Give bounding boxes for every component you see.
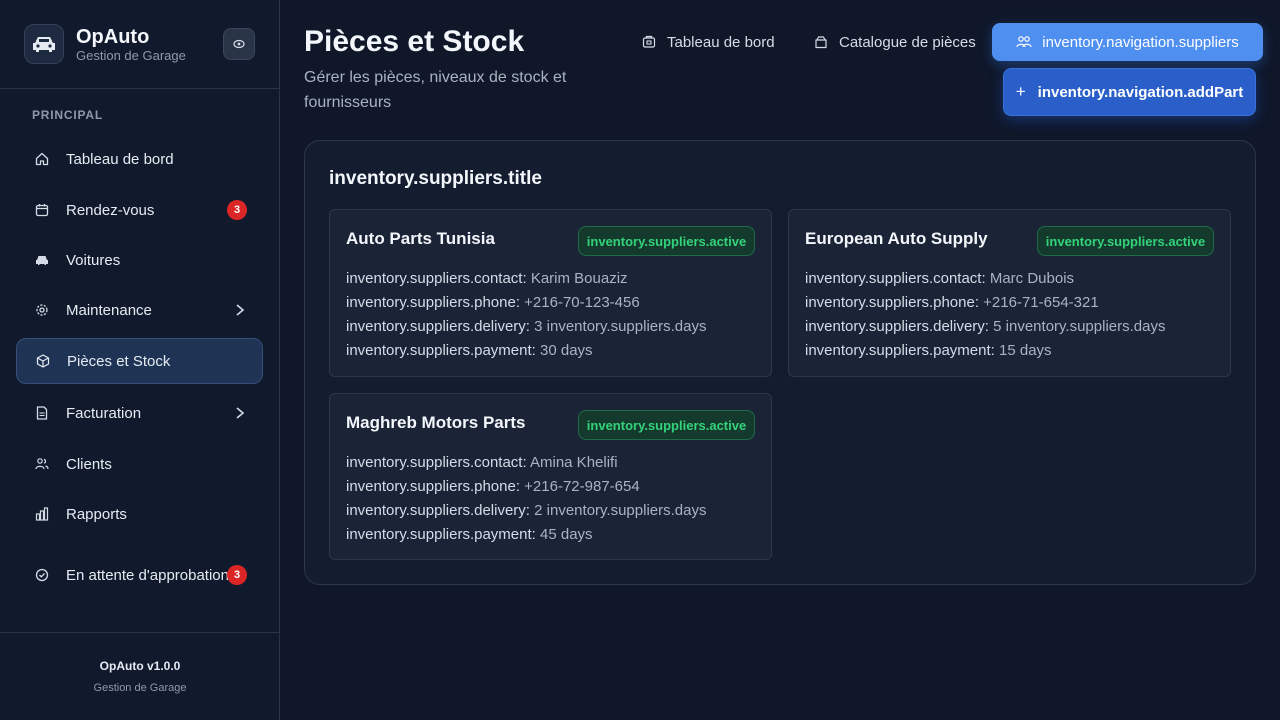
phone-value: +216-71-654-321	[983, 294, 1099, 311]
sidebar-item-pending-approval[interactable]: En attente d'approbation 3	[16, 552, 263, 598]
footer-subtitle: Gestion de Garage	[93, 682, 187, 694]
supplier-name: Maghreb Motors Parts	[346, 413, 526, 432]
sidebar-item-maintenance[interactable]: Maintenance	[16, 287, 263, 333]
check-circle-icon	[34, 567, 50, 583]
payment-value: 15 days	[999, 342, 1052, 359]
sidebar-item-billing[interactable]: Facturation	[16, 390, 263, 436]
contact-value: Amina Khelifi	[530, 454, 618, 471]
sidebar-item-label: Rapports	[66, 505, 127, 523]
contact-label: inventory.suppliers.contact:	[346, 270, 527, 287]
home-icon	[34, 151, 50, 167]
sidebar-footer-divider	[0, 632, 280, 633]
bar-chart-icon	[34, 506, 50, 522]
phone-value: +216-70-123-456	[524, 294, 640, 311]
sidebar-item-parts-stock[interactable]: Pièces et Stock	[16, 338, 263, 384]
notification-badge: 3	[227, 200, 247, 220]
sidebar-item-dashboard[interactable]: Tableau de bord	[16, 136, 263, 182]
tab-dashboard[interactable]: Tableau de bord	[631, 24, 785, 60]
calendar-icon	[34, 202, 50, 218]
brand-subtitle: Gestion de Garage	[76, 48, 186, 63]
supplier-name: European Auto Supply	[805, 229, 988, 248]
sidebar-divider	[0, 88, 280, 89]
supplier-details: inventory.suppliers.contact: Marc Dubois…	[805, 267, 1165, 363]
payment-value: 45 days	[540, 526, 593, 543]
delivery-value: 5 inventory.suppliers.days	[993, 318, 1166, 335]
phone-label: inventory.suppliers.phone:	[805, 294, 979, 311]
suppliers-icon	[1016, 34, 1032, 50]
car-icon	[34, 252, 50, 268]
add-part-button[interactable]: + inventory.navigation.addPart	[1003, 68, 1256, 116]
delivery-label: inventory.suppliers.delivery:	[346, 318, 530, 335]
status-badge: inventory.suppliers.active	[1037, 226, 1214, 256]
sidebar-item-label: Clients	[66, 455, 112, 473]
sidebar-item-label: Facturation	[66, 404, 142, 422]
box-icon	[35, 353, 51, 369]
tab-label: Catalogue de pièces	[839, 33, 976, 51]
contact-value: Marc Dubois	[989, 270, 1075, 287]
sidebar-item-label: Tableau de bord	[66, 150, 174, 168]
plus-icon: +	[1015, 82, 1026, 101]
supplier-card[interactable]: European Auto Supply inventory.suppliers…	[788, 209, 1231, 377]
page-title: Pièces et Stock	[304, 25, 525, 58]
sidebar: OpAuto Gestion de Garage PRINCIPAL Table…	[0, 0, 280, 720]
contact-label: inventory.suppliers.contact:	[805, 270, 986, 287]
sidebar-item-label: Voitures	[66, 251, 121, 269]
add-part-label: inventory.navigation.addPart	[1037, 83, 1244, 101]
supplier-card[interactable]: Maghreb Motors Parts inventory.suppliers…	[329, 393, 772, 560]
supplier-name: Auto Parts Tunisia	[346, 229, 495, 248]
sidebar-item-label: Maintenance	[66, 301, 152, 319]
page-subtitle: Gérer les pièces, niveaux de stock et fo…	[304, 69, 567, 111]
payment-label: inventory.suppliers.payment:	[346, 342, 536, 359]
delivery-label: inventory.suppliers.delivery:	[346, 502, 530, 519]
tab-label: Tableau de bord	[667, 33, 775, 51]
tab-parts-catalog[interactable]: Catalogue de pièces	[803, 24, 986, 60]
chevron-right-icon	[236, 304, 245, 316]
delivery-value: 3 inventory.suppliers.days	[534, 318, 707, 335]
phone-value: +216-72-987-654	[524, 478, 640, 495]
dashboard-icon	[641, 34, 657, 50]
document-icon	[34, 405, 50, 421]
delivery-label: inventory.suppliers.delivery:	[805, 318, 989, 335]
status-badge: inventory.suppliers.active	[578, 226, 755, 256]
gear-icon	[34, 302, 50, 318]
sidebar-item-clients[interactable]: Clients	[16, 441, 263, 487]
car-logo-icon	[24, 24, 64, 64]
phone-label: inventory.suppliers.phone:	[346, 294, 520, 311]
app-version: OpAuto v1.0.0	[99, 659, 181, 673]
notification-badge: 3	[227, 565, 247, 585]
supplier-card[interactable]: Auto Parts Tunisia inventory.suppliers.a…	[329, 209, 772, 377]
phone-label: inventory.suppliers.phone:	[346, 478, 520, 495]
sidebar-item-appointments[interactable]: Rendez-vous 3	[16, 187, 263, 233]
payment-label: inventory.suppliers.payment:	[346, 526, 536, 543]
payment-value: 30 days	[540, 342, 593, 359]
status-badge: inventory.suppliers.active	[578, 410, 755, 440]
suppliers-title: inventory.suppliers.title	[329, 168, 542, 189]
eye-toggle-button[interactable]	[223, 28, 255, 60]
tab-suppliers[interactable]: inventory.navigation.suppliers	[992, 23, 1263, 61]
delivery-value: 2 inventory.suppliers.days	[534, 502, 707, 519]
payment-label: inventory.suppliers.payment:	[805, 342, 995, 359]
brand-name: OpAuto	[76, 26, 150, 48]
sidebar-item-reports[interactable]: Rapports	[16, 491, 263, 537]
supplier-details: inventory.suppliers.contact: Karim Bouaz…	[346, 267, 706, 363]
sidebar-item-cars[interactable]: Voitures	[16, 237, 263, 283]
package-icon	[813, 34, 829, 50]
supplier-details: inventory.suppliers.contact: Amina Kheli…	[346, 451, 706, 547]
sidebar-item-label: Pièces et Stock	[67, 352, 171, 370]
brand: OpAuto Gestion de Garage	[24, 24, 256, 64]
contact-value: Karim Bouaziz	[530, 270, 628, 287]
eye-icon	[233, 39, 245, 49]
sidebar-section-label: PRINCIPAL	[32, 108, 103, 122]
users-icon	[34, 456, 50, 472]
chevron-right-icon	[236, 407, 245, 419]
contact-label: inventory.suppliers.contact:	[346, 454, 527, 471]
tab-label: inventory.navigation.suppliers	[1042, 33, 1239, 51]
